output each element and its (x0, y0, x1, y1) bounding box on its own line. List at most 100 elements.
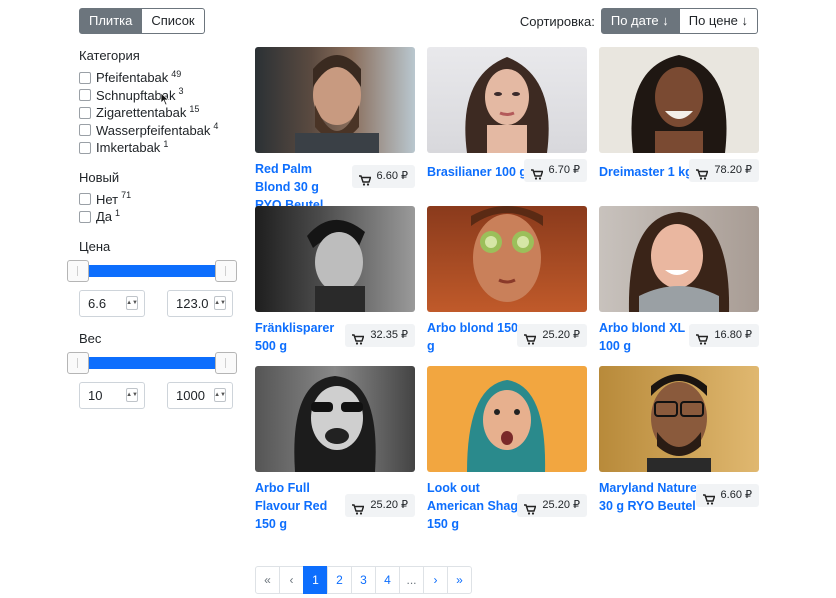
checkbox[interactable] (79, 89, 91, 102)
next-page-button[interactable]: › (423, 566, 448, 594)
slider-track (79, 356, 225, 369)
prev-page-button[interactable]: ‹ (279, 566, 304, 594)
price-filter-title: Цена (79, 238, 111, 254)
product-image[interactable] (599, 47, 759, 153)
list-view-button[interactable]: Список (142, 8, 205, 34)
weight-min-input[interactable]: 10 ▲▼ (79, 381, 145, 409)
option-label: Pfeifentabak (96, 70, 169, 86)
product-image[interactable] (427, 206, 587, 312)
weight-min-value: 10 (88, 387, 103, 403)
price-badge[interactable]: 25.20 ₽ (517, 324, 587, 347)
spinner-icon[interactable]: ▲▼ (214, 296, 226, 310)
option-label: Imkertabak (96, 140, 161, 156)
price-min-handle[interactable] (67, 259, 89, 282)
spinner-icon[interactable]: ▲▼ (126, 296, 138, 310)
price-value: 25.20 ₽ (370, 499, 408, 511)
weight-max-input[interactable]: 1000 ▲▼ (167, 381, 233, 409)
price-max-handle[interactable] (215, 259, 237, 282)
price-range-slider[interactable] (67, 259, 237, 282)
price-badge[interactable]: 6.70 ₽ (523, 159, 587, 182)
product-name[interactable]: Dreimaster 1 kg (599, 163, 699, 181)
new-option[interactable]: Да 1 (79, 208, 239, 226)
checkbox[interactable] (79, 193, 91, 206)
option-count: 1 (115, 207, 121, 218)
spinner-icon[interactable]: ▲▼ (126, 388, 138, 402)
price-badge[interactable]: 32.35 ₽ (345, 324, 415, 347)
weight-max-handle[interactable] (215, 351, 237, 374)
checkbox[interactable] (79, 124, 91, 137)
product-name[interactable]: Maryland Nature 30 g RYO Beutel (599, 479, 699, 515)
category-option[interactable]: Zigarettentabak 15 (79, 104, 239, 122)
product-name[interactable]: Look out American Shag 150 g (427, 479, 519, 533)
product-image[interactable] (427, 47, 587, 153)
option-label: Нет (96, 191, 119, 207)
price-min-value: 6.6 (88, 295, 107, 311)
price-value: 25.20 ₽ (542, 499, 580, 511)
checkbox[interactable] (79, 141, 91, 154)
category-option[interactable]: Schnupftabak 3 (79, 86, 239, 105)
product-image[interactable] (599, 206, 759, 312)
product-card[interactable]: Dreimaster 1 kg 78.20 ₽ (599, 47, 759, 182)
sort-by-date-button[interactable]: По дате ↓ (600, 8, 679, 34)
cart-icon (696, 331, 709, 345)
product-name[interactable]: Arbo blond 150 g (427, 319, 519, 355)
page-button[interactable]: 4 (375, 566, 400, 594)
cart-icon (696, 166, 709, 180)
category-option[interactable]: Pfeifentabak 49 (79, 69, 239, 87)
product-card[interactable]: Arbo Full Flavour Red 150 g 25.20 ₽ (255, 366, 415, 531)
first-page-button[interactable]: « (255, 566, 280, 594)
price-min-input[interactable]: 6.6 ▲▼ (79, 289, 145, 317)
checkbox[interactable] (79, 210, 91, 223)
product-card[interactable]: Arbo blond 150 g 25.20 ₽ (427, 206, 587, 353)
spinner-icon[interactable]: ▲▼ (214, 388, 226, 402)
product-card[interactable]: Maryland Nature 30 g RYO Beutel 6.60 ₽ (599, 366, 759, 513)
product-card[interactable]: Fränklisparer 500 g 32.35 ₽ (255, 206, 415, 353)
checkbox[interactable] (79, 106, 91, 119)
option-label: Zigarettentabak (96, 105, 187, 121)
product-card[interactable]: Arbo blond XL 100 g 16.80 ₽ (599, 206, 759, 353)
page-button[interactable]: 2 (327, 566, 352, 594)
price-max-value: 123.0 (176, 295, 209, 311)
product-card[interactable]: Look out American Shag 150 g 25.20 ₽ (427, 366, 587, 531)
cart-icon (524, 331, 537, 345)
price-value: 32.35 ₽ (370, 329, 408, 341)
weight-min-handle[interactable] (67, 351, 89, 374)
price-badge[interactable]: 6.60 ₽ (695, 484, 759, 507)
price-badge[interactable]: 6.60 ₽ (351, 165, 415, 188)
mouse-cursor-icon (160, 92, 170, 109)
price-badge[interactable]: 78.20 ₽ (689, 159, 759, 182)
price-value: 6.70 ₽ (548, 164, 580, 176)
category-option[interactable]: Wasserpfeifentabak 4 (79, 121, 239, 140)
product-name[interactable]: Arbo Full Flavour Red 150 g (255, 479, 347, 533)
price-badge[interactable]: 16.80 ₽ (689, 324, 759, 347)
page-ellipsis: ... (399, 566, 424, 594)
page-button[interactable]: 3 (351, 566, 376, 594)
option-count: 4 (213, 121, 219, 132)
product-card[interactable]: Brasilianer 100 g 6.70 ₽ (427, 47, 587, 182)
new-filter-title: Новый (79, 169, 120, 185)
product-name[interactable]: Brasilianer 100 g (427, 163, 537, 181)
product-image[interactable] (427, 366, 587, 472)
weight-range-slider[interactable] (67, 351, 237, 374)
tile-view-button[interactable]: Плитка (79, 8, 143, 34)
category-option[interactable]: Imkertabak 1 (79, 139, 239, 157)
product-image[interactable] (255, 366, 415, 472)
price-badge[interactable]: 25.20 ₽ (517, 494, 587, 517)
checkbox[interactable] (79, 71, 91, 84)
product-image[interactable] (255, 47, 415, 153)
price-max-input[interactable]: 123.0 ▲▼ (167, 289, 233, 317)
category-filter-title: Категория (79, 48, 140, 63)
page-button[interactable]: 1 (303, 566, 328, 594)
cart-icon (358, 172, 372, 186)
product-image[interactable] (255, 206, 415, 312)
sort-by-price-button[interactable]: По цене ↓ (678, 8, 758, 34)
product-name[interactable]: Fränklisparer 500 g (255, 319, 347, 355)
price-badge[interactable]: 25.20 ₽ (345, 494, 415, 517)
cart-icon (352, 331, 365, 345)
product-name[interactable]: Arbo blond XL 100 g (599, 319, 691, 355)
product-card[interactable]: Red Palm Blond 30 g RYO Beutel 6.60 ₽ (255, 47, 415, 212)
sort-label: Сортировка: (519, 13, 595, 29)
product-image[interactable] (599, 366, 759, 472)
last-page-button[interactable]: » (447, 566, 472, 594)
new-option[interactable]: Нет 71 (79, 190, 239, 209)
